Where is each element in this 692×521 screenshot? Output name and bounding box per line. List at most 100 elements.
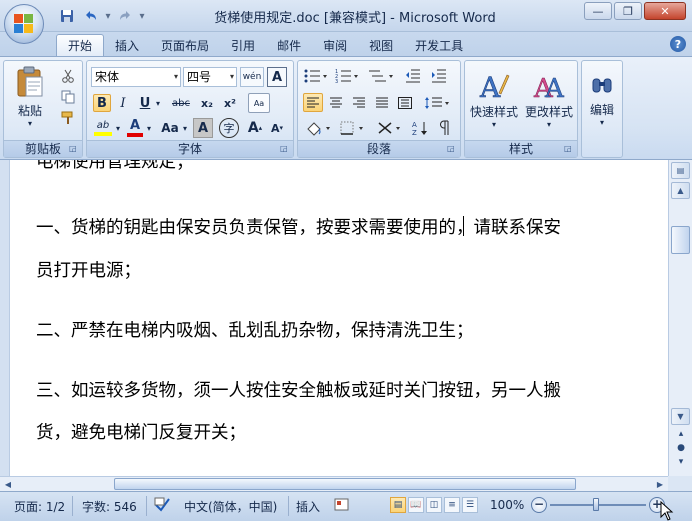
customize-icon[interactable]: ▾ (138, 11, 146, 22)
paste-button[interactable]: 粘贴 ▾ (10, 65, 50, 129)
underline-button[interactable]: U (136, 94, 154, 112)
horizontal-scroll-thumb[interactable] (114, 478, 576, 490)
tab-home[interactable]: 开始 (56, 34, 105, 56)
outline-view-icon[interactable]: ≡ (444, 497, 460, 513)
print-layout-icon[interactable]: ▤ (390, 497, 406, 513)
sort-icon[interactable]: AZ (409, 118, 431, 138)
language-indicator[interactable]: 中文(简体，中国) (184, 498, 277, 515)
change-case-button[interactable]: Aa (159, 118, 181, 138)
select-browse-object-icon[interactable]: ● (675, 442, 687, 454)
strikethrough-button[interactable]: abc (169, 94, 193, 112)
vertical-scroll-thumb[interactable] (671, 226, 690, 254)
subscript-button[interactable]: x₂ (197, 94, 217, 112)
tab-review[interactable]: 审阅 (312, 34, 358, 56)
office-button[interactable] (4, 4, 44, 44)
word-count[interactable]: 字数: 546 (82, 498, 137, 515)
clear-formatting-button[interactable]: Aa (248, 93, 270, 113)
enclose-characters-button[interactable]: 字 (219, 118, 239, 138)
font-name-dropdown-icon[interactable]: ▾ (174, 68, 178, 86)
help-icon[interactable]: ? (670, 36, 686, 52)
undo-dropdown-icon[interactable]: ▾ (104, 11, 112, 22)
undo-icon[interactable] (80, 6, 102, 26)
font-color-dropdown-icon[interactable]: ▾ (145, 118, 153, 138)
scroll-up-icon[interactable]: ▲ (671, 182, 690, 199)
editing-button[interactable]: 编辑 ▾ (584, 65, 620, 135)
italic-button[interactable]: I (114, 94, 132, 112)
align-center-icon[interactable] (326, 93, 346, 112)
zoom-out-icon[interactable]: − (531, 497, 547, 513)
justify-icon[interactable] (372, 93, 392, 112)
distributed-icon[interactable] (395, 93, 415, 112)
change-styles-button[interactable]: A A 更改样式 ▾ (522, 65, 576, 135)
paragraph-launcher-icon[interactable]: ◲ (447, 144, 457, 154)
page-count[interactable]: 页面: 1/2 (14, 498, 65, 515)
multilevel-list-button[interactable] (366, 66, 396, 86)
tab-mailings[interactable]: 邮件 (266, 34, 312, 56)
copy-icon[interactable] (58, 88, 78, 106)
full-screen-reading-icon[interactable]: 📖 (408, 497, 424, 513)
chinese-layout-button[interactable] (374, 118, 406, 138)
bullets-button[interactable] (302, 66, 330, 86)
align-left-button[interactable] (303, 93, 323, 112)
scroll-left-icon[interactable]: ◀ (0, 477, 16, 491)
align-right-icon[interactable] (349, 93, 369, 112)
web-layout-icon[interactable]: ◫ (426, 497, 442, 513)
shrink-font-button[interactable]: A ▾ (267, 118, 287, 138)
zoom-slider-thumb[interactable] (593, 498, 599, 511)
vertical-scrollbar[interactable]: ▤ ▲ ▼ ▴ ● ▾ (668, 160, 692, 476)
cut-icon[interactable] (58, 67, 78, 85)
format-painter-icon[interactable] (58, 109, 78, 127)
minimize-button[interactable]: — (584, 2, 612, 20)
ruler-toggle-icon[interactable]: ▤ (671, 162, 690, 179)
numbering-button[interactable]: 123 (333, 66, 361, 86)
scroll-down-icon[interactable]: ▼ (671, 408, 690, 425)
increase-indent-icon[interactable] (428, 66, 450, 86)
bold-button[interactable]: B (93, 94, 111, 112)
clipboard-launcher-icon[interactable]: ◲ (69, 144, 79, 154)
character-border-button[interactable]: A (267, 67, 287, 87)
document-area[interactable]: 电梯使用管理规定； 一、货梯的钥匙由保安员负责保管，按要求需要使用的，请联系保安… (0, 160, 668, 476)
previous-page-icon[interactable]: ▴ (675, 428, 687, 440)
close-button[interactable]: ✕ (644, 2, 686, 20)
highlight-dropdown-icon[interactable]: ▾ (114, 118, 122, 138)
shading-button[interactable] (302, 118, 334, 138)
macro-record-icon[interactable] (334, 497, 350, 516)
grow-font-button[interactable]: A ▴ (245, 118, 265, 138)
tab-page-layout[interactable]: 页面布局 (150, 34, 220, 56)
quick-styles-dropdown-icon[interactable]: ▾ (492, 120, 496, 129)
character-shading-button[interactable]: A (193, 118, 213, 138)
draft-view-icon[interactable]: ☰ (462, 497, 478, 513)
font-color-button[interactable]: A (125, 118, 145, 138)
font-name-combo[interactable]: 宋体 ▾ (91, 67, 181, 87)
tab-references[interactable]: 引用 (220, 34, 266, 56)
underline-dropdown-icon[interactable]: ▾ (154, 94, 162, 112)
zoom-level[interactable]: 100% (490, 498, 524, 512)
proofing-icon[interactable] (154, 496, 170, 515)
superscript-button[interactable]: x² (220, 94, 240, 112)
tab-developer[interactable]: 开发工具 (404, 34, 474, 56)
highlight-button[interactable]: ab (92, 118, 114, 138)
change-styles-dropdown-icon[interactable]: ▾ (547, 120, 551, 129)
tab-insert[interactable]: 插入 (104, 34, 150, 56)
quick-styles-button[interactable]: A 快速样式 ▾ (467, 65, 521, 135)
decrease-indent-icon[interactable] (402, 66, 424, 86)
next-page-icon[interactable]: ▾ (675, 456, 687, 468)
insert-mode-indicator[interactable]: 插入 (296, 498, 320, 515)
editing-dropdown-icon[interactable]: ▾ (600, 118, 604, 127)
font-launcher-icon[interactable]: ◲ (280, 144, 290, 154)
borders-button[interactable] (337, 118, 369, 138)
tab-view[interactable]: 视图 (358, 34, 404, 56)
horizontal-scrollbar[interactable]: ◀ ▶ (0, 476, 668, 491)
scroll-right-icon[interactable]: ▶ (652, 477, 668, 491)
change-case-dropdown-icon[interactable]: ▾ (181, 118, 189, 138)
save-icon[interactable] (56, 6, 78, 26)
line-spacing-button[interactable] (422, 93, 454, 112)
styles-launcher-icon[interactable]: ◲ (564, 144, 574, 154)
show-formatting-marks-icon[interactable] (434, 118, 456, 138)
font-size-combo[interactable]: 四号 ▾ (183, 67, 237, 87)
phonetic-guide-button[interactable]: wén (240, 67, 264, 87)
paste-dropdown-icon[interactable]: ▾ (28, 119, 32, 128)
redo-icon[interactable] (114, 6, 136, 26)
font-size-dropdown-icon[interactable]: ▾ (230, 68, 234, 86)
restore-button[interactable]: ❐ (614, 2, 642, 20)
